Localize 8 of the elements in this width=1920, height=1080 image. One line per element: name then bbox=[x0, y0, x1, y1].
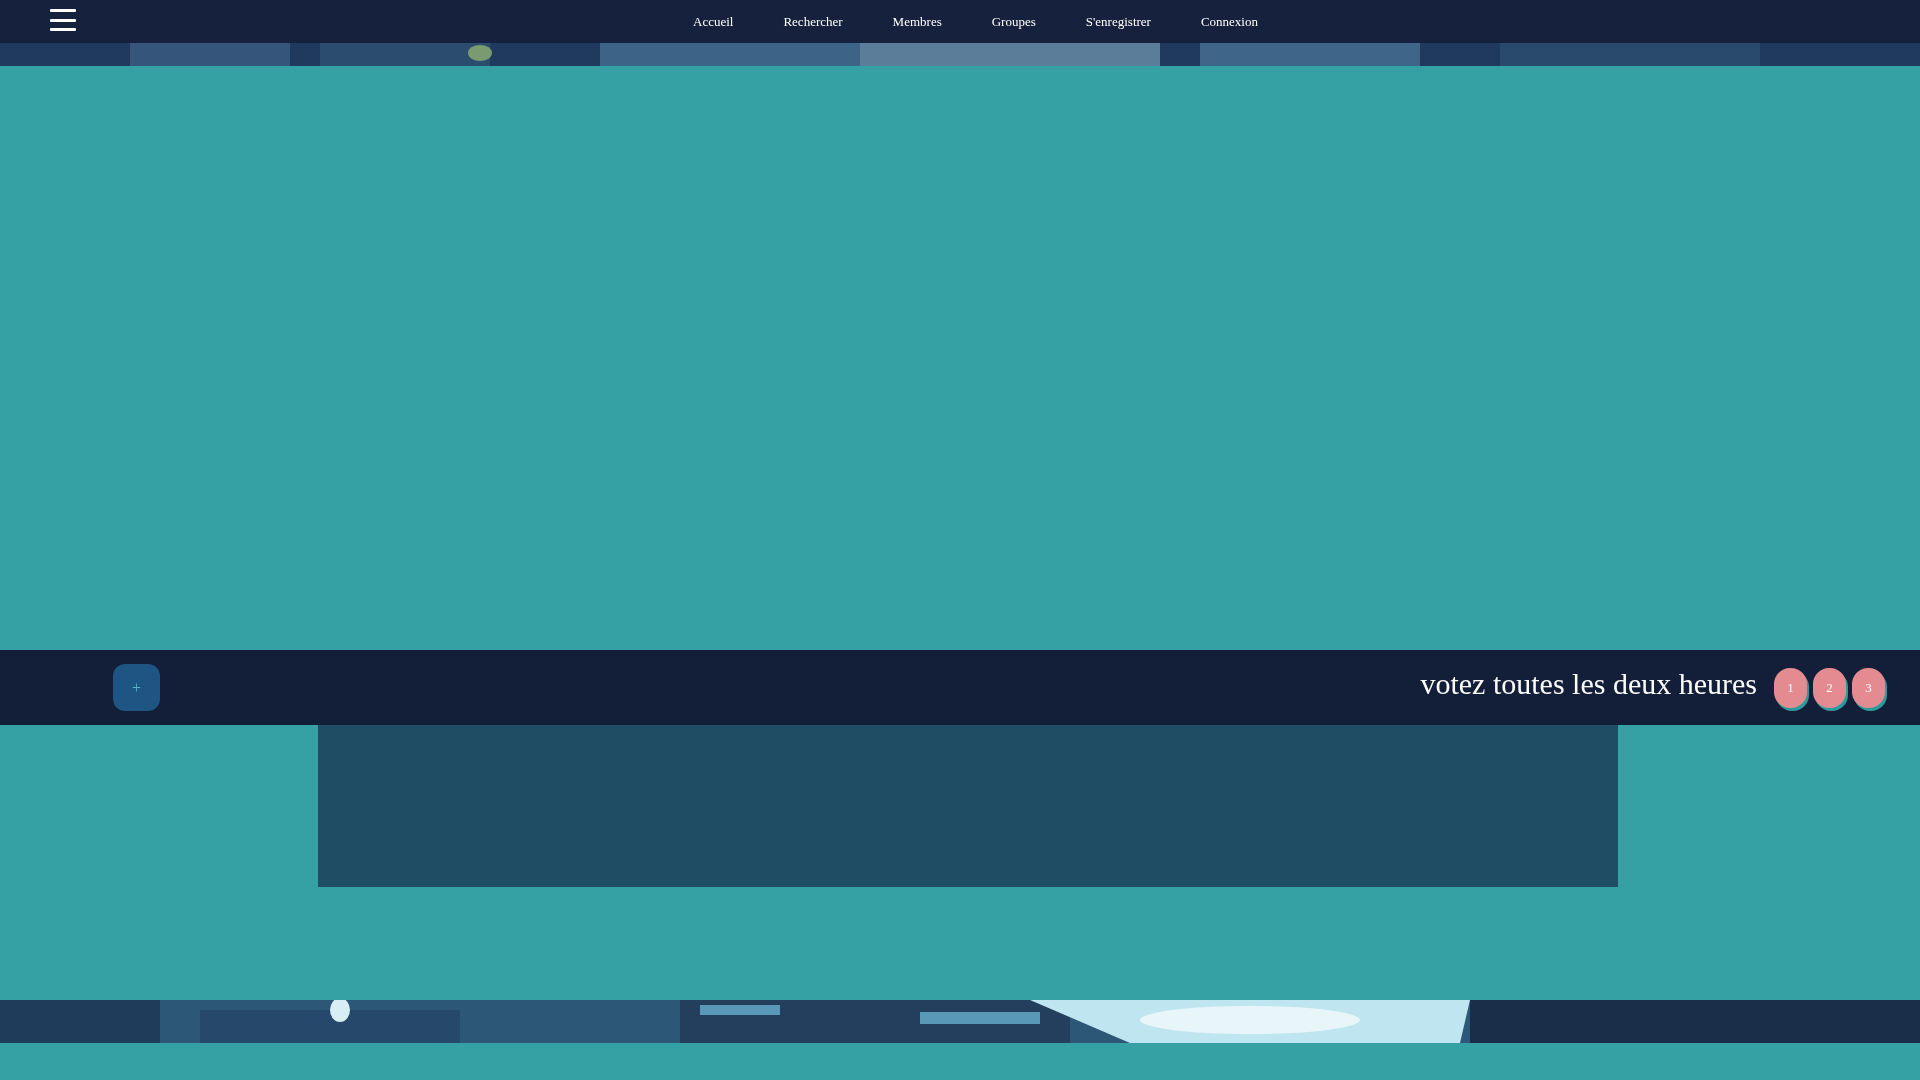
nav-link[interactable]: Accueil bbox=[668, 9, 759, 34]
nav-link[interactable]: Membres bbox=[867, 9, 967, 34]
nav-link[interactable]: Rechercher bbox=[758, 9, 868, 34]
nav-link[interactable]: Groupes bbox=[966, 9, 1061, 34]
nav-link[interactable]: Connexion bbox=[1175, 9, 1283, 34]
menu-button[interactable] bbox=[50, 9, 76, 31]
nav-link[interactable]: S'enregistrer bbox=[1060, 9, 1176, 34]
vote-text: votez toutes les deux heures bbox=[1420, 666, 1757, 701]
